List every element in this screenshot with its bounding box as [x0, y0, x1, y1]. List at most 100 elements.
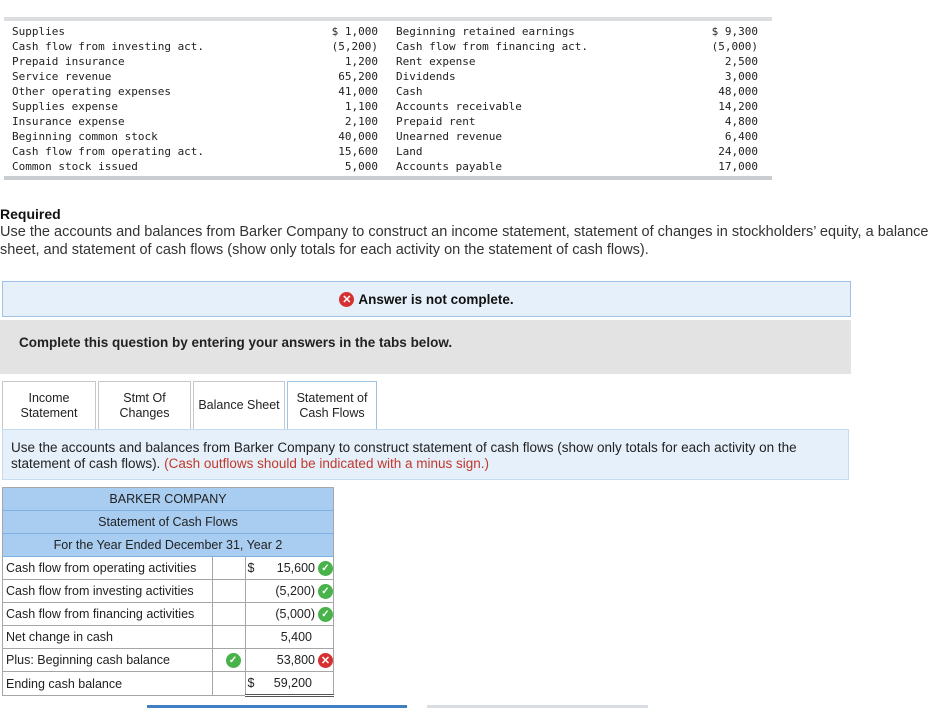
- account-value: 5,000: [344, 160, 378, 173]
- account-row: Cash flow from investing act. (5,200) Ca…: [4, 39, 772, 54]
- account-value: 3,000: [724, 70, 758, 83]
- account-name: Cash flow from financing act.: [396, 40, 589, 53]
- account-name: Insurance expense: [12, 115, 125, 128]
- next-button[interactable]: [427, 705, 648, 708]
- table-row: Cash flow from investing activities (5,2…: [2, 579, 335, 603]
- amount-value: 59,200: [273, 676, 312, 690]
- account-row: Cash flow from operating act. 15,600 Lan…: [4, 144, 772, 159]
- account-value: 1,100: [344, 100, 378, 113]
- check-icon: ✓: [318, 560, 333, 576]
- account-name: Cash: [396, 85, 423, 98]
- account-row: Service revenue 65,200 Dividends 3,000: [4, 69, 772, 84]
- tab-instruction: Use the accounts and balances from Barke…: [2, 429, 849, 480]
- table-row: Ending cash balance $59,200: [2, 671, 335, 697]
- account-value: 2,500: [724, 55, 758, 68]
- account-name: Supplies: [12, 25, 65, 38]
- amount-cell[interactable]: 53,800 ✕: [244, 648, 335, 672]
- account-value: $ 9,300: [711, 25, 758, 38]
- tab-label: Income: [28, 390, 70, 405]
- tab-label: Changes: [119, 405, 170, 420]
- account-name: Beginning retained earnings: [396, 25, 575, 38]
- row-label[interactable]: Cash flow from operating activities: [2, 556, 213, 580]
- account-value: 6,400: [724, 130, 758, 143]
- account-row: Other operating expenses 41,000 Cash 48,…: [4, 84, 772, 99]
- amount-cell[interactable]: (5,000) ✓: [244, 602, 335, 626]
- table-row: Net change in cash 5,400: [2, 625, 335, 649]
- row-label: Ending cash balance: [2, 671, 213, 696]
- required-section: Required Use the accounts and balances f…: [0, 206, 944, 259]
- tab-label: Stmt Of: [123, 390, 166, 405]
- x-circle-icon: ✕: [318, 652, 333, 668]
- account-row: Supplies $ 1,000 Beginning retained earn…: [4, 24, 772, 39]
- account-row: Prepaid insurance 1,200 Rent expense 2,5…: [4, 54, 772, 69]
- amount-value: 53,800: [276, 653, 315, 667]
- company-name: BARKER COMPANY: [2, 487, 334, 511]
- account-value: $ 1,000: [331, 25, 378, 38]
- account-value: 15,600: [338, 145, 378, 158]
- prev-button[interactable]: [147, 705, 407, 708]
- account-row: Beginning common stock 40,000 Unearned r…: [4, 129, 772, 144]
- accounts-table: Supplies $ 1,000 Beginning retained earn…: [4, 17, 772, 180]
- required-text: Use the accounts and balances from Barke…: [0, 224, 929, 258]
- dollar-sign: $: [247, 561, 255, 575]
- dollar-sign: $: [247, 676, 255, 690]
- row-label: Net change in cash: [2, 625, 213, 649]
- row-label[interactable]: Plus: Beginning cash balance: [2, 648, 213, 672]
- account-name: Other operating expenses: [12, 85, 171, 98]
- required-title: Required: [0, 206, 61, 222]
- check-icon: ✓: [318, 583, 333, 599]
- account-value: (5,000): [711, 40, 758, 53]
- account-row: Common stock issued 5,000 Accounts payab…: [4, 159, 772, 174]
- cash-flow-statement: BARKER COMPANY Statement of Cash Flows F…: [2, 487, 335, 697]
- table-row: Cash flow from operating activities $15,…: [2, 556, 335, 580]
- account-value: 48,000: [718, 85, 758, 98]
- tab-balance-sheet[interactable]: Balance Sheet: [193, 381, 285, 429]
- amount-cell[interactable]: (5,200) ✓: [244, 579, 335, 603]
- amount-value: 15,600: [276, 561, 315, 575]
- account-name: Prepaid insurance: [12, 55, 125, 68]
- amount-cell: $59,200: [244, 671, 335, 697]
- account-name: Prepaid rent: [396, 115, 476, 128]
- answer-status-text: Answer is not complete.: [358, 291, 514, 307]
- account-name: Rent expense: [396, 55, 476, 68]
- account-value: 4,800: [724, 115, 758, 128]
- amount-value: (5,200): [275, 584, 315, 598]
- account-value: 14,200: [718, 100, 758, 113]
- account-name: Unearned revenue: [396, 130, 502, 143]
- account-name: Service revenue: [12, 70, 112, 83]
- account-name: Land: [396, 145, 423, 158]
- table-row: Cash flow from financing activities (5,0…: [2, 602, 335, 626]
- account-name: Supplies expense: [12, 100, 118, 113]
- tab-statement-of-cash-flows[interactable]: Statement of Cash Flows: [287, 381, 377, 430]
- tab-label: Balance Sheet: [198, 398, 280, 412]
- account-name: Common stock issued: [12, 160, 138, 173]
- tab-label: Cash Flows: [299, 406, 365, 420]
- account-value: 41,000: [338, 85, 378, 98]
- tab-stmt-of-changes[interactable]: Stmt Of Changes: [98, 381, 191, 429]
- amount-value: (5,000): [275, 607, 315, 621]
- account-value: 40,000: [338, 130, 378, 143]
- amount-cell: 5,400: [244, 625, 335, 649]
- account-value: 24,000: [718, 145, 758, 158]
- account-name: Dividends: [396, 70, 456, 83]
- account-value: (5,200): [331, 40, 378, 53]
- account-value: 1,200: [344, 55, 378, 68]
- account-name: Cash flow from investing act.: [12, 40, 205, 53]
- account-value: 2,100: [344, 115, 378, 128]
- instruction-text: Complete this question by entering your …: [19, 335, 453, 350]
- account-value: 17,000: [718, 160, 758, 173]
- tab-bar: Income Statement Stmt Of Changes Balance S…: [2, 381, 379, 430]
- answer-status-banner: ✕ Answer is not complete.: [2, 281, 851, 317]
- row-label[interactable]: Cash flow from financing activities: [2, 602, 213, 626]
- tab-instruction-note: (Cash outflows should be indicated with …: [164, 456, 489, 471]
- row-label[interactable]: Cash flow from investing activities: [2, 579, 213, 603]
- account-name: Beginning common stock: [12, 130, 158, 143]
- instruction-banner: Complete this question by entering your …: [0, 320, 851, 374]
- x-circle-icon: ✕: [339, 291, 355, 307]
- check-icon: ✓: [225, 653, 241, 668]
- check-icon: ✓: [318, 606, 333, 622]
- account-name: Accounts receivable: [396, 100, 522, 113]
- tab-income-statement[interactable]: Income Statement: [2, 381, 96, 429]
- tab-label: Statement of: [296, 391, 368, 405]
- amount-cell[interactable]: $15,600 ✓: [244, 556, 335, 580]
